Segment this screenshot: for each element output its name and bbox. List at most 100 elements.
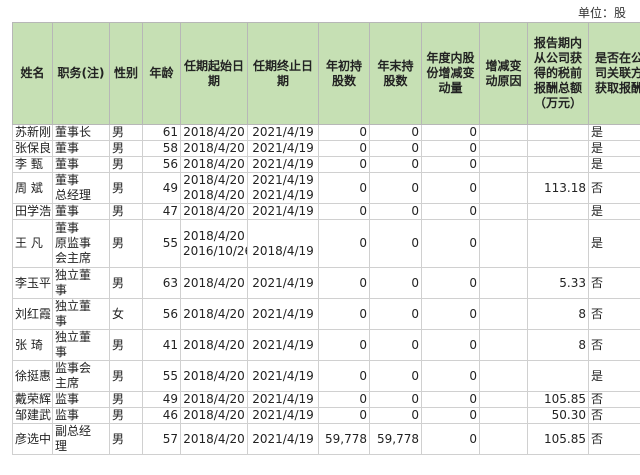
cell-shares-end: 0 xyxy=(369,219,422,268)
cell-related: 否 xyxy=(588,391,640,408)
cell-related: 否 xyxy=(588,407,640,424)
table-row: 苏新刚 董事长男 61 2018/4/20 2021/4/19 0 0 0 是 xyxy=(12,124,640,141)
cell-reason xyxy=(479,298,528,330)
cell-gender: 男 xyxy=(109,156,143,173)
cell-position-line: 独立董 xyxy=(55,299,92,314)
cell-shares-begin: 0 xyxy=(318,360,370,392)
cell-pay xyxy=(527,203,589,220)
cell-pay: 5.33 xyxy=(527,267,589,299)
cell-gender: 男 xyxy=(109,423,143,455)
cell-start-line: 2018/4/20 xyxy=(183,173,245,188)
cell-position-line: 副总经 xyxy=(55,424,92,439)
cell-position-line: 董事 xyxy=(55,173,80,188)
cell-gender: 男 xyxy=(109,172,143,204)
cell-age: 57 xyxy=(142,423,181,455)
cell-reason xyxy=(479,140,528,157)
cell-gender: 男 xyxy=(109,329,143,361)
cell-end: 2021/4/19 xyxy=(247,124,319,141)
cell-age: 63 xyxy=(142,267,181,299)
cell-position-line: 监事会 xyxy=(55,361,92,376)
col-shares-end: 年末持股数 xyxy=(369,22,422,125)
cell-position-line: 董事 xyxy=(55,157,80,172)
cell-pay xyxy=(527,219,589,268)
cell-name: 彦选中 xyxy=(12,423,53,455)
cell-end-line: 2021/4/19 xyxy=(252,204,314,219)
cell-pay: 105.85 xyxy=(527,391,589,408)
cell-end: 2021/4/19 xyxy=(247,391,319,408)
cell-name: 苏新刚 xyxy=(12,124,53,141)
cell-shares-end: 0 xyxy=(369,124,422,141)
cell-change: 0 xyxy=(421,219,480,268)
table-row: 戴荣辉 监事男 49 2018/4/20 2021/4/19 0 0 0 105.85 否 xyxy=(12,391,640,408)
cell-name: 李玉平 xyxy=(12,267,53,299)
cell-shares-begin: 0 xyxy=(318,391,370,408)
cell-end-line: 2021/4/19 xyxy=(252,275,314,290)
cell-change: 0 xyxy=(421,329,480,361)
cell-related: 否 xyxy=(588,172,640,204)
cell-name: 邹建武 xyxy=(12,407,53,424)
cell-end: 2021/4/19 xyxy=(247,156,319,173)
col-reason: 增减变动原因 xyxy=(479,22,528,125)
cell-start-line: 2018/4/20 xyxy=(183,275,245,290)
table-row: 徐挺惠 监事会 主席男 55 2018/4/20 2021/4/19 0 0 0 是 xyxy=(12,360,640,392)
cell-position-line: 会主席 xyxy=(55,251,92,265)
cell-start: 2018/4/20 xyxy=(180,360,248,392)
cell-position: 监事会 主席 xyxy=(52,360,110,392)
cell-age: 55 xyxy=(142,219,181,268)
col-end: 任期终止日期 xyxy=(247,22,319,125)
cell-shares-end: 0 xyxy=(369,203,422,220)
cell-position-line: 独立董 xyxy=(55,330,92,345)
cell-shares-end: 0 xyxy=(369,407,422,424)
cell-gender: 男 xyxy=(109,360,143,392)
cell-end: 2021/4/19 xyxy=(247,360,319,392)
cell-pay: 8 xyxy=(527,298,589,330)
col-position: 职务(注) xyxy=(52,22,110,125)
cell-related: 是 xyxy=(588,203,640,220)
cell-start-line: 2018/4/20 xyxy=(183,337,245,352)
cell-related: 否 xyxy=(588,267,640,299)
cell-position: 董事 总经理 xyxy=(52,172,110,204)
cell-start-line: 2018/4/20 xyxy=(183,204,245,219)
cell-start-line: 2018/4/20 xyxy=(183,157,245,172)
col-change: 年度内股份增减变动量 xyxy=(421,22,480,125)
cell-reason xyxy=(479,391,528,408)
cell-related: 否 xyxy=(588,298,640,330)
cell-end: 2021/4/19 xyxy=(247,267,319,299)
cell-change: 0 xyxy=(421,203,480,220)
cell-related: 是 xyxy=(588,219,640,268)
cell-name: 张 琦 xyxy=(12,329,53,361)
cell-start: 2018/4/20 xyxy=(180,203,248,220)
cell-change: 0 xyxy=(421,172,480,204)
cell-shares-begin: 0 xyxy=(318,329,370,361)
cell-position: 董事 xyxy=(52,156,110,173)
cell-related: 否 xyxy=(588,423,640,455)
cell-pay xyxy=(527,124,589,141)
cell-start-line: 2018/4/20 xyxy=(183,141,245,156)
cell-reason xyxy=(479,156,528,173)
table-row: 张保良 董事男 58 2018/4/20 2021/4/19 0 0 0 是 xyxy=(12,140,640,157)
cell-position: 独立董事 xyxy=(52,329,110,361)
cell-shares-begin: 0 xyxy=(318,156,370,173)
cell-shares-end: 0 xyxy=(369,140,422,157)
cell-end-line: 2021/4/19 xyxy=(252,368,314,383)
cell-pay xyxy=(527,360,589,392)
cell-shares-begin: 0 xyxy=(318,124,370,141)
cell-related: 是 xyxy=(588,124,640,141)
cell-position-line: 董事 xyxy=(55,204,80,219)
cell-change: 0 xyxy=(421,360,480,392)
col-age: 年龄 xyxy=(142,22,181,125)
cell-shares-end: 0 xyxy=(369,172,422,204)
cell-shares-begin: 0 xyxy=(318,203,370,220)
cell-reason xyxy=(479,172,528,204)
cell-start: 2018/4/20 xyxy=(180,156,248,173)
cell-position: 董事 原监事 会主席 xyxy=(52,219,110,268)
cell-shares-begin: 0 xyxy=(318,172,370,204)
cell-end: 2021/4/19 xyxy=(247,407,319,424)
cell-shares-begin: 0 xyxy=(318,267,370,299)
col-start: 任期起始日期 xyxy=(180,22,248,125)
table-row: 刘红霞 独立董事女 56 2018/4/20 2021/4/19 0 0 0 8 否 xyxy=(12,298,640,330)
cell-name: 张保良 xyxy=(12,140,53,157)
cell-start-line: 2018/4/20 xyxy=(183,228,245,243)
cell-start-line: 2018/4/20 xyxy=(183,392,245,407)
cell-position: 独立董事 xyxy=(52,298,110,330)
